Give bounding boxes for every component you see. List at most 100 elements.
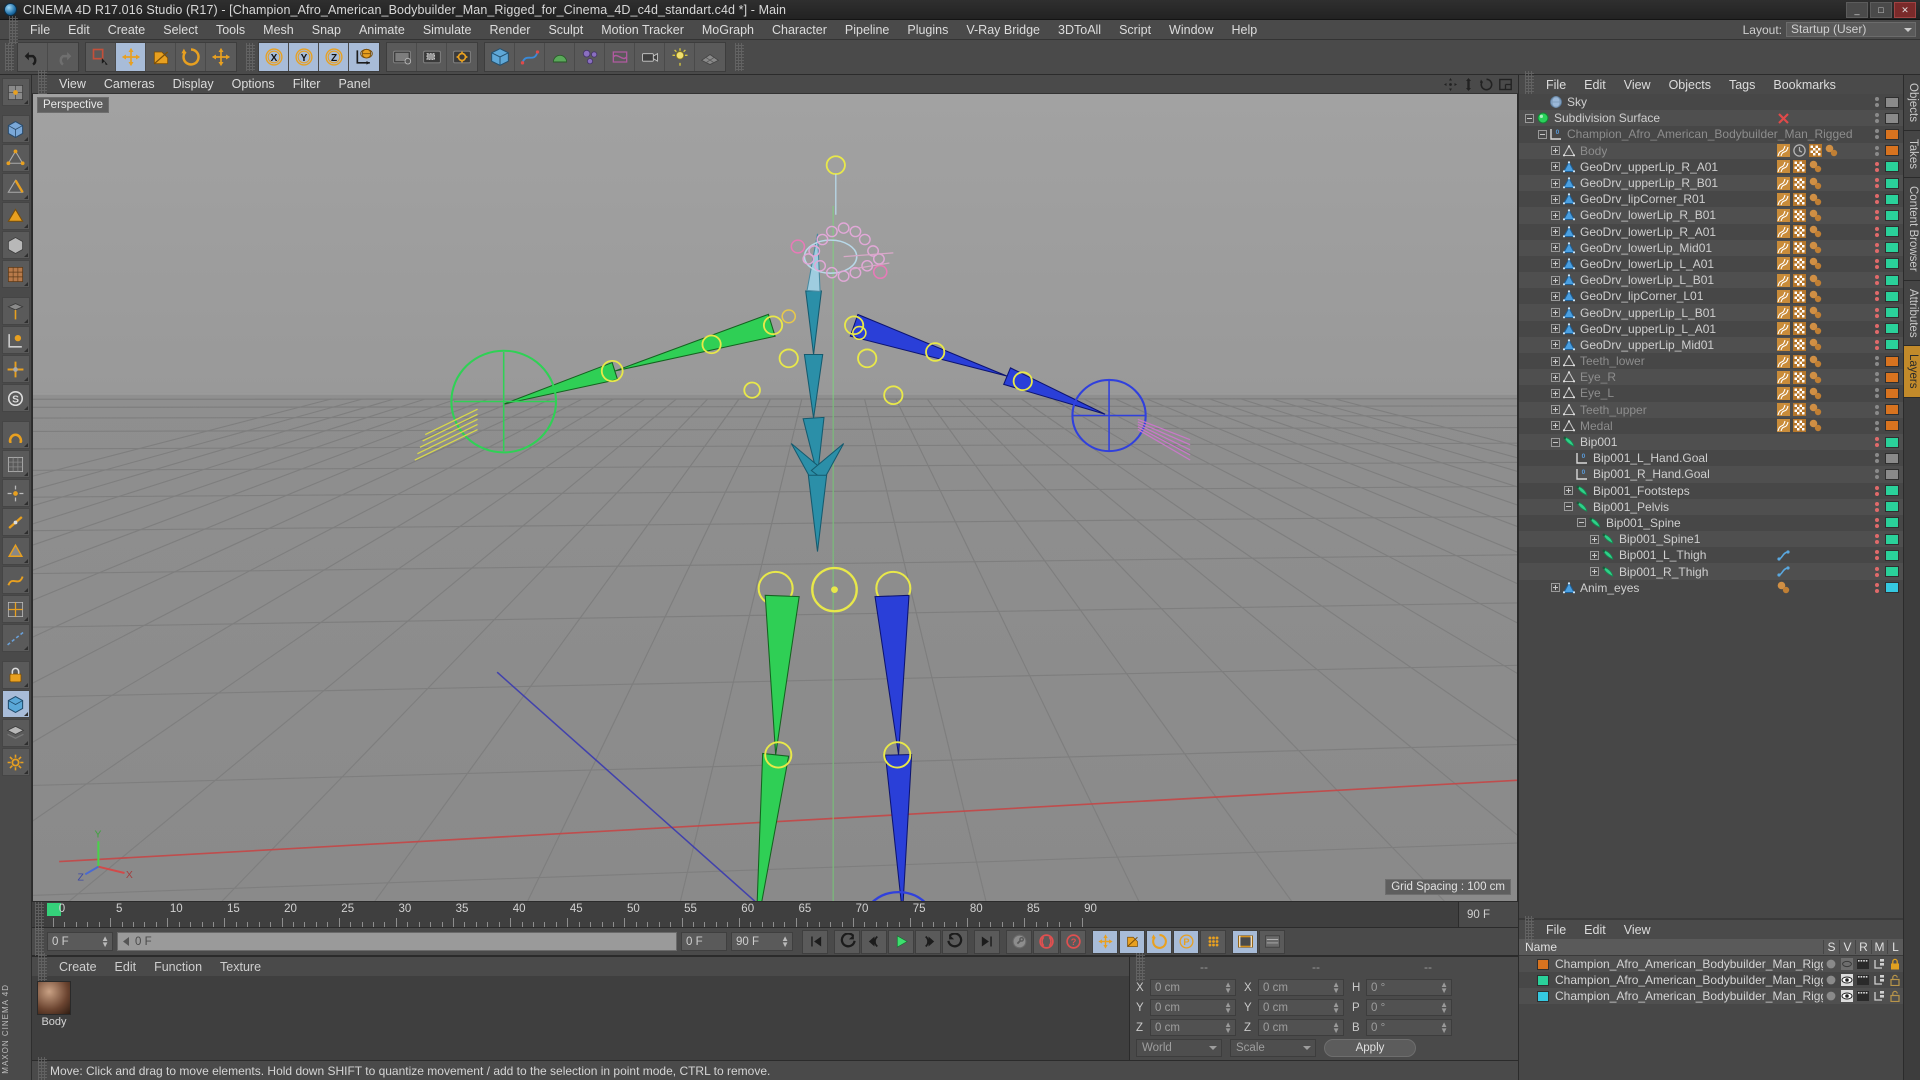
object-tree-row[interactable]: GeoDrv_lipCorner_R01 xyxy=(1519,191,1903,207)
collapse-button[interactable] xyxy=(1525,113,1534,123)
layer-color-swatch[interactable] xyxy=(1885,517,1899,529)
tag-hair-icon[interactable] xyxy=(1777,208,1790,222)
layer-row[interactable]: Champion_Afro_American_Bodybuilder_Man_R… xyxy=(1519,956,1903,972)
left-quantize-button[interactable] xyxy=(1,450,30,478)
tag-checker-icon[interactable] xyxy=(1793,386,1806,400)
objmgr-menu-bookmarks[interactable]: Bookmarks xyxy=(1764,78,1845,92)
tag-hair-icon[interactable] xyxy=(1777,160,1790,174)
visibility-dots[interactable] xyxy=(1875,323,1882,334)
toolbar-move-button[interactable] xyxy=(116,43,146,71)
object-tree-row[interactable]: GeoDrv_upperLip_L_A01 xyxy=(1519,321,1903,337)
visibility-dots[interactable] xyxy=(1875,178,1882,189)
tag-checker-icon[interactable] xyxy=(1793,403,1806,417)
layer-color-swatch[interactable] xyxy=(1885,549,1899,561)
layer-row[interactable]: Champion_Afro_American_Bodybuilder_Man_R… xyxy=(1519,972,1903,988)
object-tree-row[interactable]: Subdivision Surface xyxy=(1519,110,1903,127)
tag-sphere-icon[interactable] xyxy=(1809,290,1822,303)
visibility-dots[interactable] xyxy=(1875,469,1882,480)
tag-sphere-icon[interactable] xyxy=(1809,419,1822,432)
left-lock-button[interactable] xyxy=(1,661,30,689)
tag-hair-icon[interactable] xyxy=(1777,241,1790,255)
expand-button[interactable] xyxy=(1551,308,1560,318)
layer-color-swatch[interactable] xyxy=(1885,161,1899,173)
left-model-mode-button[interactable] xyxy=(1,231,30,259)
layer-menu-file[interactable]: File xyxy=(1537,923,1575,937)
menu-item-mesh[interactable]: Mesh xyxy=(254,20,303,40)
tag-sphere-icon[interactable] xyxy=(1809,257,1822,270)
collapse-button[interactable] xyxy=(1538,129,1547,139)
tag-sphere-icon[interactable] xyxy=(1809,177,1822,190)
playback-prev-keyframe-button[interactable] xyxy=(834,929,860,954)
layer-toggle-m[interactable] xyxy=(1871,990,1887,1002)
tag-checker-icon[interactable] xyxy=(1793,208,1806,222)
toolbar-deformer-button[interactable] xyxy=(605,43,635,71)
visibility-dots[interactable] xyxy=(1875,258,1882,269)
object-tree-row[interactable]: GeoDrv_upperLip_L_B01 xyxy=(1519,304,1903,321)
right-tab-objects[interactable]: Objects xyxy=(1904,75,1920,131)
viewport-scene[interactable]: Y X Z xyxy=(33,94,1517,901)
visibility-dots[interactable] xyxy=(1875,194,1882,205)
playback-autokey-button[interactable] xyxy=(1033,929,1059,954)
layer-color-swatch[interactable] xyxy=(1885,371,1899,383)
visibility-dots[interactable] xyxy=(1875,145,1882,156)
coord-rot-h-field[interactable]: 0 ° ▲ ▼ xyxy=(1366,979,1452,996)
viewport-menu-filter[interactable]: Filter xyxy=(284,77,330,91)
visibility-dots[interactable] xyxy=(1875,242,1882,253)
left-texture-mode-button[interactable] xyxy=(1,260,30,288)
menu-item-v-ray-bridge[interactable]: V-Ray Bridge xyxy=(957,20,1049,40)
visibility-dots[interactable] xyxy=(1875,97,1882,108)
object-tree-row[interactable]: Bip001_Spine xyxy=(1519,515,1903,531)
coord-pos-x-field[interactable]: 0 cm ▲ ▼ xyxy=(1150,979,1236,996)
menu-item-create[interactable]: Create xyxy=(99,20,155,40)
tag-hair-icon[interactable] xyxy=(1777,386,1790,400)
left-enable-axis-button[interactable] xyxy=(1,355,30,383)
visibility-dots[interactable] xyxy=(1875,566,1882,577)
left-poly-snap-button[interactable] xyxy=(1,537,30,565)
frame-slider[interactable]: 0 F xyxy=(117,932,677,951)
visibility-dots[interactable] xyxy=(1875,307,1882,318)
object-tree-row[interactable]: 0 Bip001_L_Hand.Goal xyxy=(1519,450,1903,466)
layout-select[interactable]: Startup (User) xyxy=(1786,22,1916,37)
tag-ik-icon[interactable] xyxy=(1777,565,1790,578)
menu-item-edit[interactable]: Edit xyxy=(59,20,99,40)
tag-x-red-icon[interactable] xyxy=(1777,112,1790,125)
tag-sphere-icon[interactable] xyxy=(1809,322,1822,335)
visibility-dots[interactable] xyxy=(1875,550,1882,561)
expand-button[interactable] xyxy=(1551,194,1560,204)
expand-button[interactable] xyxy=(1551,340,1560,350)
tag-checker-icon[interactable] xyxy=(1793,289,1806,303)
object-tree-row[interactable]: Medal xyxy=(1519,418,1903,434)
visibility-dots[interactable] xyxy=(1875,291,1882,302)
tag-sphere-icon[interactable] xyxy=(1809,241,1822,254)
expand-button[interactable] xyxy=(1551,421,1560,431)
tag-hair-icon[interactable] xyxy=(1777,338,1790,352)
layer-color-swatch[interactable] xyxy=(1885,128,1899,140)
layer-toggle-m[interactable] xyxy=(1871,958,1887,970)
menu-item-select[interactable]: Select xyxy=(154,20,207,40)
toolbar-grip[interactable] xyxy=(5,43,14,71)
right-tab-attributes[interactable]: Attributes xyxy=(1904,280,1920,347)
toolbar-scale-button[interactable] xyxy=(146,43,176,71)
right-tab-takes[interactable]: Takes xyxy=(1904,131,1920,179)
object-tree-row[interactable]: Eye_L xyxy=(1519,385,1903,401)
layer-color-swatch[interactable] xyxy=(1885,404,1899,416)
slider-left-arrow-icon[interactable] xyxy=(122,937,131,946)
preview-end-field[interactable]: 0 F xyxy=(681,932,727,951)
left-selection-filter-button[interactable] xyxy=(1,690,30,718)
layer-color-swatch[interactable] xyxy=(1885,145,1899,157)
visibility-dots[interactable] xyxy=(1875,372,1882,383)
layer-color-swatch[interactable] xyxy=(1885,387,1899,399)
layer-color-swatch[interactable] xyxy=(1885,96,1899,108)
menu-item-render[interactable]: Render xyxy=(480,20,539,40)
tag-checker-icon[interactable] xyxy=(1793,370,1806,384)
collapse-button[interactable] xyxy=(1577,518,1586,528)
object-tree-row[interactable]: 0 Bip001_R_Hand.Goal xyxy=(1519,466,1903,483)
tag-checker-icon[interactable] xyxy=(1793,306,1806,320)
layer-color-swatch[interactable] xyxy=(1885,355,1899,367)
layer-grip[interactable] xyxy=(1525,915,1534,944)
toolbar-camera-button[interactable] xyxy=(635,43,665,71)
object-tree-row[interactable]: Anim_eyes xyxy=(1519,580,1903,596)
playback-record-pla-button[interactable] xyxy=(1200,929,1226,954)
layer-toggle-s[interactable] xyxy=(1823,990,1839,1002)
left-point-mode-button[interactable] xyxy=(1,144,30,172)
